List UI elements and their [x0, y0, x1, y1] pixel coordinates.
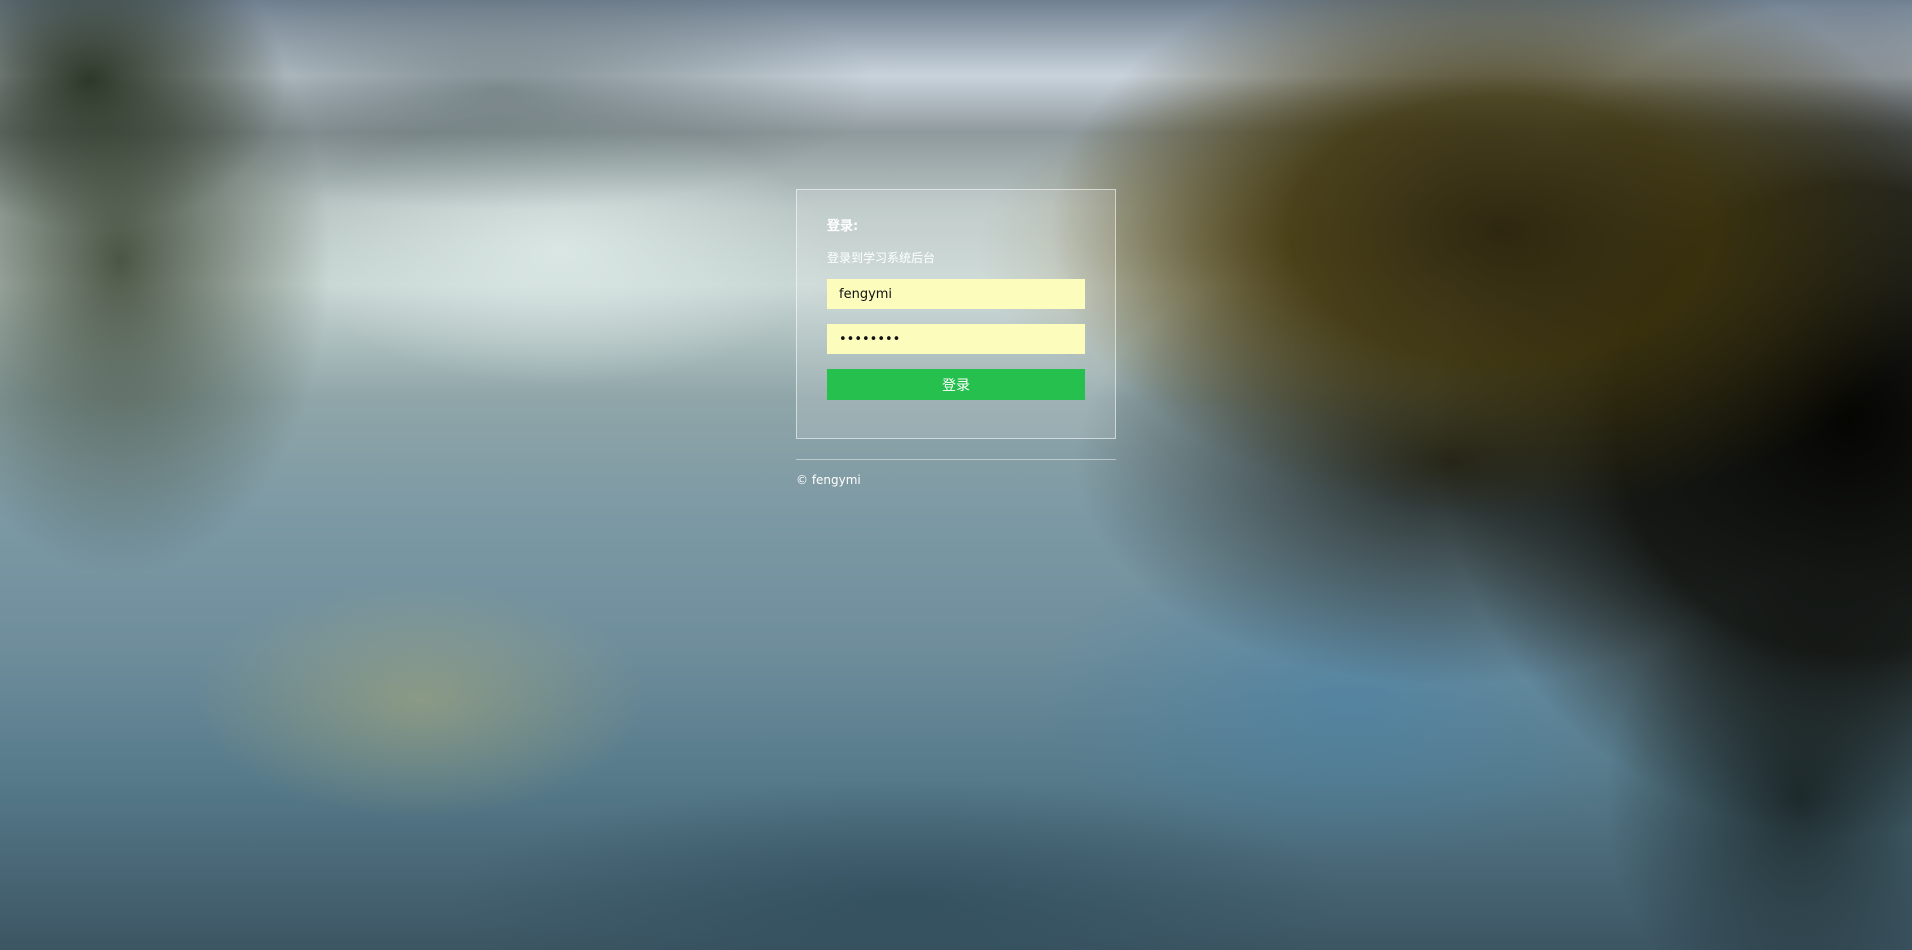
copyright-text: © fengymi	[796, 473, 861, 487]
login-panel: 登录: 登录到学习系统后台 登录	[796, 189, 1116, 439]
login-container: 登录: 登录到学习系统后台 登录 © fengymi	[796, 189, 1116, 488]
login-description: 登录到学习系统后台	[827, 251, 936, 265]
username-input[interactable]	[827, 279, 1085, 309]
footer-divider	[796, 459, 1116, 460]
login-title: 登录:	[827, 219, 859, 234]
password-input[interactable]	[827, 324, 1085, 354]
login-button[interactable]: 登录	[827, 369, 1085, 400]
